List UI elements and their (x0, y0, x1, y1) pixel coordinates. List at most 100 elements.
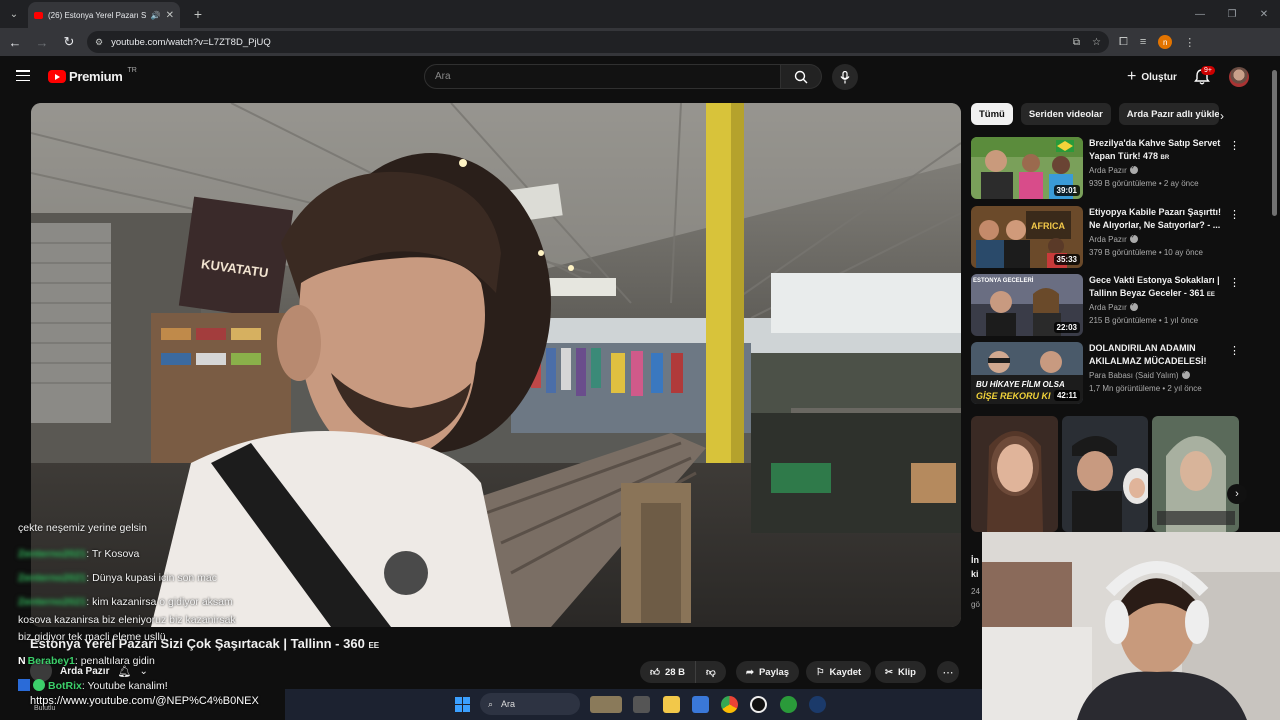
kebab-menu-icon[interactable]: ⋮ (1229, 139, 1240, 152)
bookmark-icon: ⚐ (816, 666, 825, 678)
minimize-button[interactable]: — (1184, 0, 1216, 28)
maximize-button[interactable]: ❐ (1216, 0, 1248, 28)
rec-video-3[interactable]: ESTONYA GECELERİ 22:03 Gece Vakti Estony… (971, 274, 1246, 336)
save-group: ⚐ Kaydet (806, 661, 872, 683)
rec-title: Gece Vakti Estonya Sokakları | Tallinn B… (1089, 274, 1229, 302)
rec-channel-name: Para Babası (Said Yalım) (1089, 371, 1179, 380)
site-info-icon[interactable]: ⚙ (95, 37, 103, 48)
short-thumbnail[interactable] (1152, 416, 1240, 532)
scrollbar-thumb[interactable] (1272, 70, 1277, 216)
shorts-shelf (971, 416, 1240, 532)
kebab-menu-icon[interactable]: ⋮ (1229, 276, 1240, 289)
channel-name[interactable]: Arda Pazır (60, 666, 109, 677)
file-explorer-icon[interactable] (663, 696, 680, 713)
clip-button[interactable]: ✂ Klip (875, 661, 926, 683)
guide-menu-icon[interactable] (16, 70, 30, 81)
rec-video-1[interactable]: 39:01 Brezilya'da Kahve Satıp Servet Yap… (971, 137, 1246, 199)
kebab-menu-icon[interactable]: ⋮ (1229, 344, 1240, 357)
verified-icon (1129, 233, 1138, 243)
speaker-icon[interactable]: 🔊 (151, 11, 161, 20)
more-actions-button[interactable]: ⋯ (937, 661, 959, 683)
rec-channel[interactable]: Arda Pazır (1089, 164, 1138, 175)
rec-title: Etiyopya Kabile Pazarı Şaşırttı! Ne Alıy… (1089, 207, 1222, 230)
chip-series[interactable]: Seriden videolar (1020, 103, 1111, 125)
video-thumbnail[interactable]: BU HİKAYE FİLM OLSA GİŞE REKORU KI 42:11 (971, 342, 1083, 404)
youtube-premium-logo[interactable]: Premium TR (48, 67, 137, 84)
shorts-next-icon[interactable]: › (1227, 484, 1247, 504)
chat-username: Berabey1 (27, 655, 75, 667)
short-image (971, 416, 1058, 532)
thumbs-down-icon: 👎︎ (706, 667, 716, 678)
create-button[interactable]: + Oluştur (1117, 65, 1187, 89)
chevron-down-icon[interactable]: ⌄ (139, 666, 147, 677)
steam-icon[interactable] (809, 696, 826, 713)
chat-username: Zenterno2021 (18, 596, 87, 608)
browser-tab-youtube[interactable]: (26) Estonya Yerel Pazarı Sizi Çok Şaşır… (28, 2, 180, 28)
search-icon: ⌕ (488, 698, 494, 709)
filter-chips: Tümü Seriden videolar Arda Pazır adlı yü… (971, 103, 1219, 125)
extensions-icon[interactable]: ⧠ (1119, 36, 1128, 49)
video-thumbnail[interactable]: 39:01 (971, 137, 1083, 199)
plus-icon: + (1127, 68, 1137, 85)
chat-message: Zenterno2021: Tr Kosova (18, 548, 139, 560)
short-image (1061, 416, 1149, 532)
rec-channel[interactable]: Para Babası (Said Yalım) (1089, 369, 1190, 380)
chip-all[interactable]: Tümü (971, 103, 1013, 125)
rec-channel[interactable]: Arda Pazır (1089, 301, 1138, 312)
rec-video-4[interactable]: BU HİKAYE FİLM OLSA GİŞE REKORU KI 42:11… (971, 342, 1246, 404)
short-thumbnail[interactable] (971, 416, 1058, 532)
video-thumbnail[interactable]: ESTONYA GECELERİ 22:03 (971, 274, 1083, 336)
windows-start-icon[interactable] (455, 697, 470, 712)
close-window-button[interactable]: ✕ (1248, 0, 1280, 28)
store-icon[interactable] (692, 696, 709, 713)
back-button[interactable]: ← (3, 30, 27, 54)
reload-button[interactable]: ↻ (57, 30, 81, 54)
rec-video-2[interactable]: AFRICA 35:33 Etiyopya Kabile Pazarı Şaşı… (971, 206, 1246, 268)
xbox-icon[interactable] (780, 696, 797, 713)
github-icon[interactable] (750, 696, 767, 713)
kebab-menu-icon[interactable]: ⋮ (1229, 208, 1240, 221)
rec-channel[interactable]: Arda Pazır (1089, 233, 1138, 244)
dislike-button[interactable]: 👎︎ (695, 661, 726, 683)
widget-icon[interactable] (590, 696, 622, 713)
rec-channel-name: Arda Pazır (1089, 166, 1127, 175)
close-tab-icon[interactable]: ✕ (166, 10, 174, 21)
share-button[interactable]: ➦ Paylaş (736, 661, 800, 683)
like-button[interactable]: 👍︎ 28 B (640, 661, 696, 683)
chat-text: : penaltılara gidin (74, 655, 155, 667)
chat-message: BotRix: Youtube kanalim! (18, 679, 168, 692)
chip-channel-uploads[interactable]: Arda Pazır adlı yükle (1118, 103, 1219, 125)
chrome-icon[interactable] (721, 696, 738, 713)
video-title-flag-text: EE (368, 641, 380, 650)
cast-icon[interactable]: ⧉ (1073, 37, 1080, 48)
profile-avatar[interactable]: n (1158, 35, 1173, 49)
tab-search-chevron-icon[interactable]: ⌄ (0, 0, 28, 28)
chat-line: kosova kazanirsa biz eleniyoruz biz kaza… (18, 614, 236, 626)
rec-title-text: Gece Vakti Estonya Sokakları | Tallinn B… (1089, 275, 1220, 298)
reading-list-icon[interactable]: ≡ (1140, 36, 1146, 48)
short-thumbnail[interactable] (1061, 416, 1149, 532)
taskbar-search[interactable]: ⌕ Ara (480, 693, 580, 715)
chat-text: : Youtube kanalim! (81, 680, 168, 692)
forward-button[interactable]: → (30, 30, 54, 54)
page-scrollbar[interactable] (1270, 60, 1280, 530)
thumbnail-text: BU HİKAYE FİLM OLSA (976, 380, 1065, 389)
account-avatar[interactable] (1229, 67, 1249, 87)
video-player[interactable]: KUVATATU (31, 103, 961, 627)
rec-title-flag: EE (1206, 292, 1215, 298)
youtube-masthead: Premium TR Ara + Oluştur 9+ (0, 56, 1280, 98)
task-view-icon[interactable] (633, 696, 650, 713)
search-button[interactable] (781, 64, 822, 89)
browser-menu-icon[interactable]: ⋮ (1184, 36, 1195, 49)
save-button[interactable]: ⚐ Kaydet (806, 661, 872, 683)
address-bar[interactable]: ⚙ youtube.com/watch?v=L7ZT8D_PjUQ ⧉ ☆ (87, 31, 1109, 53)
voice-search-button[interactable] (832, 64, 858, 90)
search-icon (794, 70, 808, 83)
video-thumbnail[interactable]: AFRICA 35:33 (971, 206, 1083, 268)
rec-title-text: Brezilya'da Kahve Satıp Servet Yapan Tür… (1089, 138, 1221, 161)
bookmark-star-icon[interactable]: ☆ (1092, 37, 1101, 48)
chat-message: Zenterno2021: kim kazanirsa o gidiyor ak… (18, 596, 233, 608)
chevron-right-icon[interactable]: › (1213, 107, 1231, 125)
new-tab-button[interactable]: + (186, 2, 210, 26)
search-input[interactable]: Ara (424, 64, 781, 89)
